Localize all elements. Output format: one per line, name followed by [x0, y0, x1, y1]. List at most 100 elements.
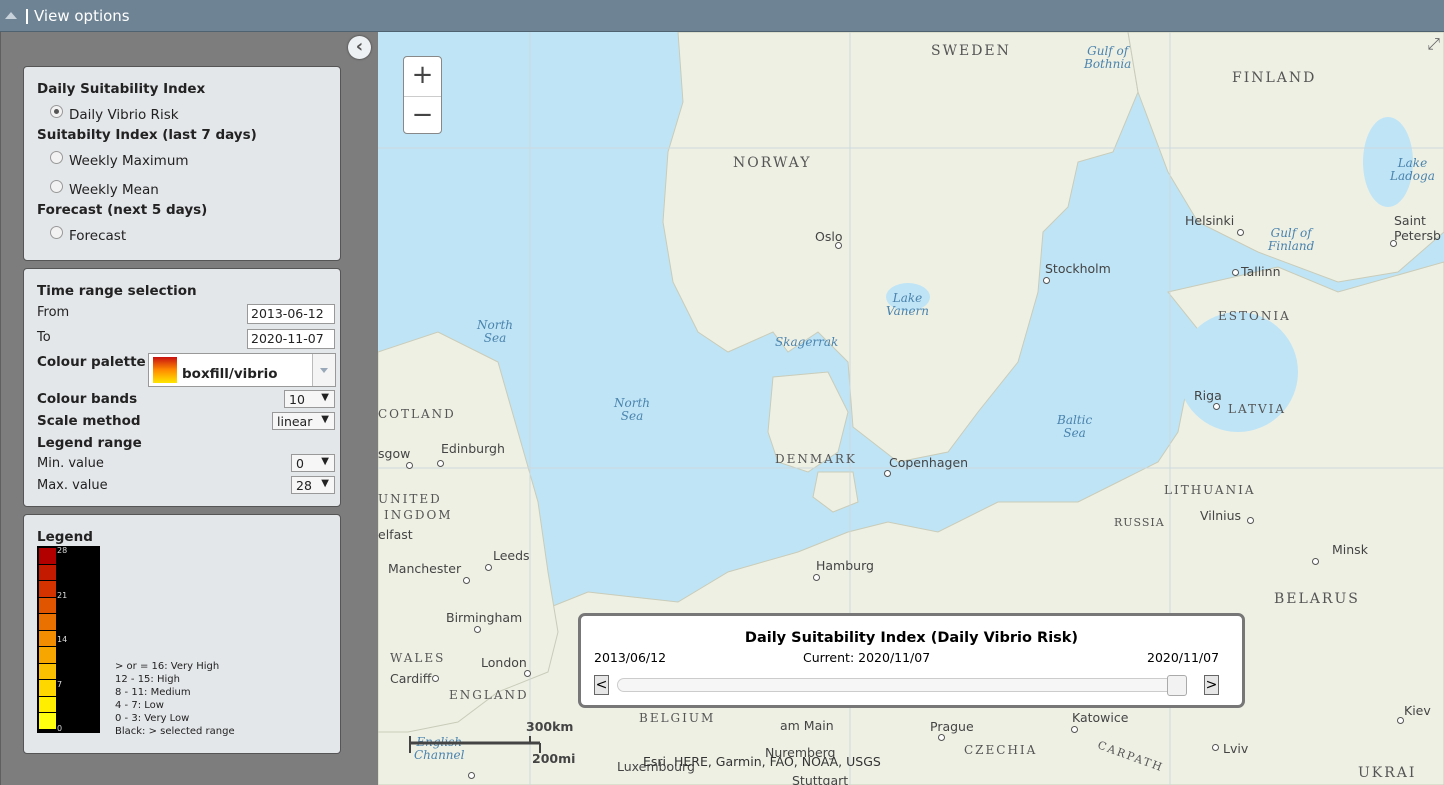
label-denmark: DENMARK — [775, 452, 857, 466]
time-slider-thumb[interactable] — [1167, 675, 1187, 696]
city-kiev: Kiev — [1404, 703, 1431, 718]
chevron-down-icon[interactable] — [312, 354, 335, 386]
radio-weekly-mean[interactable] — [50, 180, 63, 193]
heading-weekly: Suitabilty Index (last 7 days) — [37, 127, 257, 143]
scale-bar-lines — [409, 736, 541, 753]
city-vilnius: Vilnius — [1200, 508, 1242, 523]
palette-select[interactable]: boxfill/vibrio — [148, 353, 336, 387]
bands-select[interactable]: 10 ▼ — [284, 390, 335, 408]
scale-select[interactable]: linear ▼ — [272, 412, 335, 430]
radio-weekly-max[interactable] — [50, 151, 63, 164]
city-marker — [1237, 229, 1244, 236]
zoom-control: + − — [403, 56, 442, 134]
time-current-label: Current: 2020/11/07 — [803, 650, 931, 665]
label-forecast: Forecast — [69, 228, 127, 244]
bands-label: Colour bands — [37, 391, 138, 407]
from-date-input[interactable]: 2013-06-12 — [247, 304, 335, 324]
city-marker — [1212, 744, 1219, 751]
time-end-label: 2020/11/07 — [1147, 650, 1220, 665]
city-marker — [1312, 558, 1319, 565]
collapse-triangle-icon[interactable] — [5, 12, 17, 19]
city-marker — [938, 734, 945, 741]
legend-color-cell — [39, 564, 56, 580]
bands-value: 10 — [289, 392, 305, 407]
water-north-sea-2: North Sea — [614, 396, 651, 423]
legend-tick-label: 14 — [57, 635, 68, 644]
city-birmingham: Birmingham — [446, 610, 523, 625]
city-marker — [468, 772, 475, 779]
city-frankfurt: am Main — [780, 718, 834, 733]
legend-class-label: 0 - 3: Very Low — [115, 713, 190, 724]
city-marker — [813, 574, 820, 581]
label-sweden: SWEDEN — [931, 43, 1011, 59]
time-prev-button[interactable]: < — [594, 675, 609, 695]
city-marker — [1390, 240, 1397, 247]
zoom-out-button[interactable]: − — [404, 96, 441, 135]
time-slider-track[interactable] — [617, 678, 1185, 692]
label-kingdom: INGDOM — [384, 508, 453, 522]
radio-forecast[interactable] — [50, 226, 63, 239]
legend-tick-label: 7 — [57, 679, 63, 689]
to-date-input[interactable]: 2020-11-07 — [247, 329, 335, 349]
legend-color-cell — [39, 663, 56, 679]
time-slider-title: Daily Suitability Index (Daily Vibrio Ri… — [744, 630, 1079, 646]
scale-label: Scale method — [37, 413, 141, 429]
city-manchester: Manchester — [388, 561, 462, 576]
city-marker — [1397, 717, 1404, 724]
from-label: From — [37, 305, 70, 320]
chevron-down-icon: ▼ — [321, 414, 329, 425]
city-belfast: elfast — [378, 527, 413, 542]
legend-class-label: 12 - 15: High — [115, 674, 180, 685]
city-prague: Prague — [930, 719, 974, 734]
zoom-in-button[interactable]: + — [404, 57, 441, 95]
city-hamburg: Hamburg — [816, 558, 874, 573]
legend-color-cell — [39, 548, 56, 564]
city-minsk: Minsk — [1332, 542, 1368, 557]
city-riga: Riga — [1194, 388, 1222, 403]
min-select[interactable]: 0 ▼ — [291, 454, 335, 472]
label-weekly-max: Weekly Maximum — [69, 153, 189, 169]
legend-color-cell — [39, 680, 56, 696]
legend-color-cell — [39, 581, 56, 597]
options-sidebar: ‹ Daily Suitability Index Daily Vibrio R… — [0, 32, 378, 785]
legend-heading: Legend — [37, 529, 93, 545]
chevron-left-icon: ‹ — [355, 36, 364, 57]
legend-tick-label: 28 — [57, 546, 68, 555]
city-marker — [524, 670, 531, 677]
scale-value: linear — [277, 414, 313, 429]
label-scotland: COTLAND — [378, 407, 456, 421]
city-marker — [485, 564, 492, 571]
scale-km: 300km — [526, 719, 574, 734]
heading-forecast: Forecast (next 5 days) — [37, 202, 208, 218]
city-marker — [474, 626, 481, 633]
time-next-button[interactable]: > — [1204, 675, 1219, 695]
min-value: 0 — [296, 456, 304, 471]
collapse-sidebar-button[interactable]: ‹ — [348, 36, 371, 59]
time-slider-panel: Daily Suitability Index (Daily Vibrio Ri… — [578, 613, 1245, 708]
view-options-bar[interactable]: View options — [0, 0, 1444, 32]
water-baltic-sea: Baltic Sea — [1057, 413, 1093, 440]
label-wales: WALES — [390, 651, 446, 665]
label-lithuania: LITHUANIA — [1164, 483, 1256, 497]
legend-color-cell — [39, 696, 56, 712]
legend-panel: Legend 28 21 14 7 0 > or = 16: Very High 12 -… — [23, 514, 341, 754]
legend-tick-label: 21 — [57, 590, 68, 600]
city-tallinn: Tallinn — [1241, 264, 1281, 279]
water-gulf-bothnia: Gulf of Bothnia — [1084, 44, 1132, 71]
label-england: ENGLAND — [449, 688, 529, 702]
city-saint-petersburg: Saint Petersb — [1394, 213, 1441, 243]
palette-name: boxfill/vibrio — [182, 366, 278, 382]
city-katowice: Katowice — [1072, 710, 1129, 725]
legend-color-cell — [39, 597, 56, 613]
city-marker — [463, 577, 470, 584]
scale-mi: 200mi — [532, 751, 576, 766]
label-finland: FINLAND — [1232, 70, 1317, 86]
label-latvia: LATVIA — [1228, 402, 1287, 416]
water-skagerrak: Skagerrak — [775, 335, 839, 349]
expand-icon[interactable]: ⤢ — [1427, 34, 1440, 54]
radio-daily-vibrio[interactable] — [50, 105, 63, 118]
max-select[interactable]: 28 ▼ — [291, 476, 335, 494]
city-marker — [835, 242, 842, 249]
legend-color-cell — [39, 630, 56, 646]
city-marker — [884, 470, 891, 477]
